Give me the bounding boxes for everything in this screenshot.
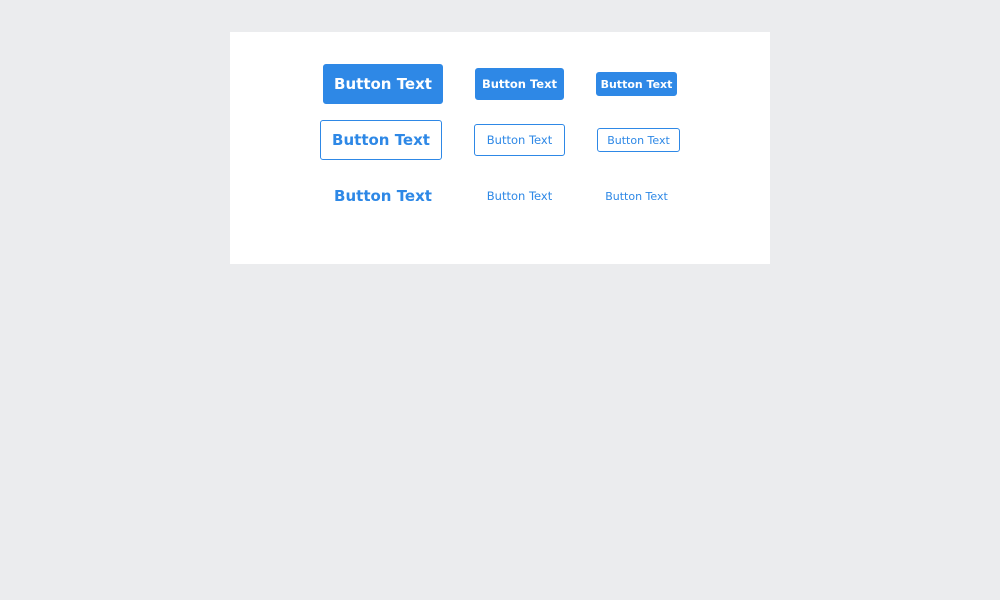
- button-showcase-card: Button Text Button Text Button Text Butt…: [230, 32, 770, 264]
- text-button-small[interactable]: Button Text: [596, 184, 677, 208]
- filled-button-small[interactable]: Button Text: [596, 72, 677, 96]
- outline-button-small[interactable]: Button Text: [597, 128, 680, 152]
- outline-button-medium[interactable]: Button Text: [474, 124, 565, 156]
- text-button-large[interactable]: Button Text: [323, 176, 443, 216]
- filled-button-medium[interactable]: Button Text: [475, 68, 564, 100]
- text-button-medium[interactable]: Button Text: [475, 180, 564, 212]
- filled-button-large[interactable]: Button Text: [323, 64, 443, 104]
- outline-button-large[interactable]: Button Text: [320, 120, 442, 160]
